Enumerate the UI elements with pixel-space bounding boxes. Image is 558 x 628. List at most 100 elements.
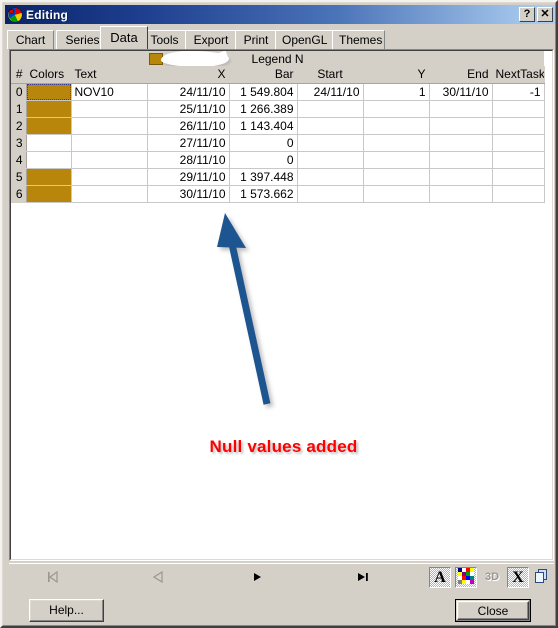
cell-color[interactable] (26, 151, 72, 169)
cell-end[interactable] (429, 151, 493, 169)
cell-text[interactable] (71, 117, 148, 135)
first-record-button[interactable] (9, 564, 97, 590)
copy-button[interactable] (531, 567, 553, 588)
cell-x[interactable]: 28/11/10 (147, 151, 230, 169)
column-header-end[interactable]: End (429, 66, 493, 84)
cell-text[interactable]: NOV10 (71, 83, 148, 101)
threed-icon: 3D (484, 571, 500, 583)
cell-x[interactable]: 27/11/10 (147, 134, 230, 152)
cell-nexttask[interactable] (492, 100, 545, 118)
cell-y[interactable] (363, 168, 430, 186)
table-row[interactable]: 4 28/11/10 0 (11, 151, 545, 169)
cell-index: 1 (11, 100, 27, 118)
cell-color[interactable] (26, 168, 72, 186)
table-row[interactable]: 5 29/11/10 1 397.448 (11, 168, 545, 186)
cell-start[interactable] (297, 185, 364, 203)
cell-nexttask[interactable] (492, 134, 545, 152)
cell-text[interactable] (71, 100, 148, 118)
cell-y[interactable] (363, 185, 430, 203)
cell-x[interactable]: 24/11/10 (147, 83, 230, 101)
close-button[interactable]: Close (455, 599, 531, 622)
table-row[interactable]: 2 26/11/10 1 143.404 (11, 117, 545, 135)
cell-y[interactable] (363, 117, 430, 135)
cell-text[interactable] (71, 134, 148, 152)
cell-nexttask[interactable] (492, 168, 545, 186)
column-header-index[interactable]: # (11, 66, 27, 84)
cell-start[interactable] (297, 134, 364, 152)
cell-end[interactable] (429, 134, 493, 152)
color-button[interactable] (455, 567, 477, 588)
cell-bar[interactable]: 1 573.662 (229, 185, 298, 203)
tab-opengl[interactable]: OpenGL (275, 30, 334, 49)
column-header-nexttask[interactable]: NextTask (492, 66, 545, 84)
help-button[interactable]: Help... (29, 599, 104, 622)
font-button[interactable]: A (429, 567, 451, 588)
tab-data[interactable]: Data (100, 26, 148, 49)
cell-nexttask[interactable]: -1 (492, 83, 545, 101)
cell-nexttask[interactable] (492, 151, 545, 169)
delete-button[interactable]: X (507, 567, 529, 588)
tab-export[interactable]: Export (185, 30, 237, 49)
cell-start[interactable] (297, 117, 364, 135)
cell-y[interactable] (363, 100, 430, 118)
cell-y[interactable]: 1 (363, 83, 430, 101)
cell-end[interactable] (429, 117, 493, 135)
cell-text[interactable] (71, 185, 148, 203)
cell-end[interactable]: 30/11/10 (429, 83, 493, 101)
cell-color[interactable] (26, 185, 72, 203)
table-row[interactable]: 3 27/11/10 0 (11, 134, 545, 152)
table-row[interactable]: 6 30/11/10 1 573.662 (11, 185, 545, 203)
cell-start[interactable] (297, 151, 364, 169)
cell-y[interactable] (363, 134, 430, 152)
title-bar[interactable]: Editing ? ✕ (5, 5, 555, 24)
cell-bar[interactable]: 1 143.404 (229, 117, 298, 135)
window-inner-frame: Editing ? ✕ Chart Series Data Tools Expo… (2, 2, 556, 626)
cell-y[interactable] (363, 151, 430, 169)
cell-end[interactable] (429, 168, 493, 186)
cell-color[interactable] (26, 83, 72, 101)
cell-bar[interactable]: 1 549.804 (229, 83, 298, 101)
tab-themes[interactable]: Themes (332, 30, 385, 49)
column-header-y[interactable]: Y (363, 66, 430, 84)
cell-end[interactable] (429, 185, 493, 203)
cell-bar[interactable]: 1 397.448 (229, 168, 298, 186)
column-header-start[interactable]: Start (297, 66, 364, 84)
last-record-button[interactable] (319, 564, 407, 590)
cell-start[interactable] (297, 100, 364, 118)
column-header-colors[interactable]: Colors (26, 66, 72, 84)
tab-print[interactable]: Print (235, 30, 277, 49)
cell-end[interactable] (429, 100, 493, 118)
threed-button[interactable]: 3D (481, 567, 503, 588)
help-titlebar-button[interactable]: ? (519, 7, 535, 22)
cell-start[interactable]: 24/11/10 (297, 83, 364, 101)
tab-tools[interactable]: Tools (142, 30, 187, 49)
cell-color[interactable] (26, 117, 72, 135)
data-grid[interactable]: Legend N # Colors Text X Bar Start Y End… (11, 51, 545, 203)
cell-text[interactable] (71, 168, 148, 186)
color-swatch (26, 185, 70, 201)
prev-record-button[interactable] (114, 564, 202, 590)
table-row[interactable]: 1 25/11/10 1 266.389 (11, 100, 545, 118)
cell-x[interactable]: 26/11/10 (147, 117, 230, 135)
cell-x[interactable]: 25/11/10 (147, 100, 230, 118)
next-record-button[interactable] (214, 564, 302, 590)
column-header-bar[interactable]: Bar (229, 66, 298, 84)
cell-bar[interactable]: 0 (229, 151, 298, 169)
cell-bar[interactable]: 0 (229, 134, 298, 152)
cell-color[interactable] (26, 100, 72, 118)
tab-chart[interactable]: Chart (7, 30, 54, 49)
cell-bar[interactable]: 1 266.389 (229, 100, 298, 118)
column-header-text[interactable]: Text (71, 66, 148, 84)
table-row[interactable]: 0 NOV10 24/11/10 1 549.804 24/11/10 1 30… (11, 83, 545, 101)
cell-text[interactable] (71, 151, 148, 169)
cell-x[interactable]: 29/11/10 (147, 168, 230, 186)
cell-color[interactable] (26, 134, 72, 152)
cell-index: 5 (11, 168, 27, 186)
column-header-x[interactable]: X (147, 66, 230, 84)
close-icon[interactable]: ✕ (537, 7, 553, 22)
cell-x[interactable]: 30/11/10 (147, 185, 230, 203)
cell-nexttask[interactable] (492, 185, 545, 203)
cell-nexttask[interactable] (492, 117, 545, 135)
color-swatch (26, 100, 70, 116)
cell-start[interactable] (297, 168, 364, 186)
